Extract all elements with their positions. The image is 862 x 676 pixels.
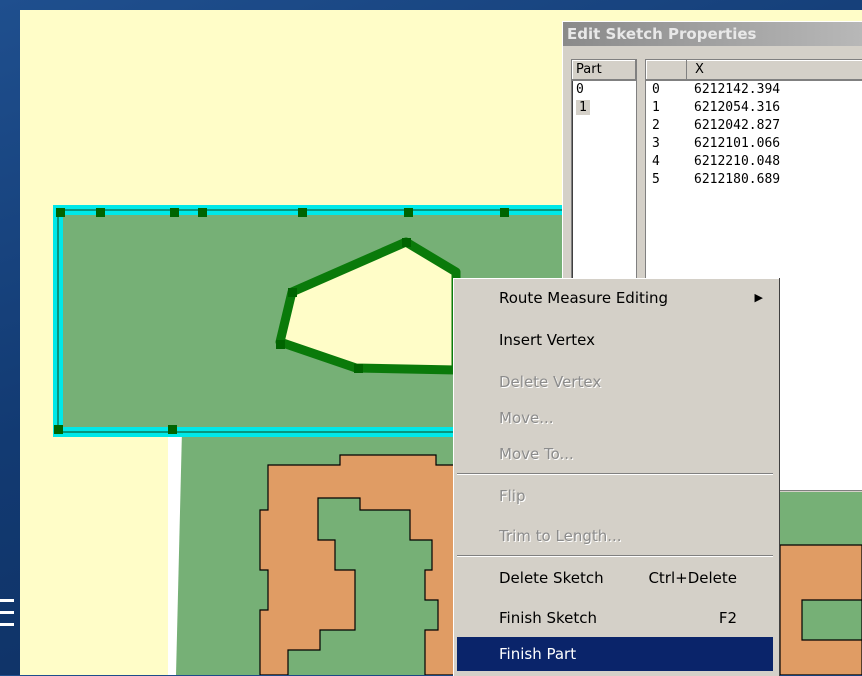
menu-item-move-to[interactable]: Move To... [457, 437, 773, 471]
menu-item-delete-sketch[interactable]: Delete Sketch Ctrl+Delete [457, 561, 773, 595]
vertex-row[interactable]: 2 6212042.827 [646, 117, 862, 135]
menu-item-insert-vertex[interactable]: Insert Vertex [457, 323, 773, 357]
vertex-index: 3 [652, 136, 660, 151]
x-column-header[interactable]: X [687, 60, 704, 80]
submenu-arrow-icon: ▶ [754, 291, 763, 304]
vertex-x: 6212054.316 [694, 100, 781, 115]
vertex-x: 6212042.827 [694, 118, 781, 133]
menu-item-finish-part[interactable]: Finish Part [457, 637, 773, 671]
menu-item-label: Finish Part [499, 645, 577, 663]
vertex-x: 6212101.066 [694, 136, 781, 151]
menu-item-shortcut: F2 [718, 609, 737, 627]
menu-item-label: Flip [499, 487, 526, 505]
part-column-header[interactable]: Part [572, 60, 636, 81]
menu-item-delete-vertex[interactable]: Delete Vertex [457, 365, 773, 399]
menu-separator [457, 555, 773, 557]
vertex-x: 6212210.048 [694, 154, 781, 169]
index-column-header[interactable] [646, 60, 687, 80]
vertex-index: 4 [652, 154, 660, 169]
part-row-0[interactable]: 0 [572, 81, 636, 99]
menu-item-label: Move... [499, 409, 554, 427]
vertex-list-header: X [646, 60, 862, 81]
vertex-index: 5 [652, 172, 660, 187]
menu-item-shortcut: Ctrl+Delete [648, 569, 737, 587]
vertex-row[interactable]: 1 6212054.316 [646, 99, 862, 117]
menu-separator [457, 473, 773, 475]
menu-item-label: Insert Vertex [499, 331, 596, 349]
vertex-x: 6212180.689 [694, 172, 781, 187]
menu-item-flip[interactable]: Flip [457, 479, 773, 513]
part-row-1[interactable]: 1 [572, 99, 636, 117]
menu-item-label: Delete Vertex [499, 373, 602, 391]
vertex-x: 6212142.394 [694, 82, 781, 97]
vertex-row[interactable]: 3 6212101.066 [646, 135, 862, 153]
menu-item-label: Finish Sketch [499, 609, 598, 627]
green-patch [801, 599, 862, 641]
vertex-index: 2 [652, 118, 660, 133]
part-label: 0 [576, 82, 584, 97]
menu-item-label: Trim to Length... [499, 527, 622, 545]
sketch-context-menu: Route Measure Editing ▶ Insert Vertex De… [453, 278, 779, 676]
menu-item-route-measure-editing[interactable]: Route Measure Editing ▶ [457, 281, 773, 315]
menu-item-move[interactable]: Move... [457, 401, 773, 435]
menu-item-label: Route Measure Editing [499, 289, 669, 307]
vertex-index: 0 [652, 82, 660, 97]
menu-item-finish-sketch[interactable]: Finish Sketch F2 [457, 601, 773, 635]
part-label: 1 [576, 100, 590, 115]
dialog-title[interactable]: Edit Sketch Properties [563, 22, 862, 46]
menu-item-label: Delete Sketch [499, 569, 604, 587]
vertex-row[interactable]: 4 6212210.048 [646, 153, 862, 171]
stripe-icon [0, 599, 14, 626]
vertex-row[interactable]: 0 6212142.394 [646, 81, 862, 99]
vertex-row[interactable]: 5 6212180.689 [646, 171, 862, 189]
menu-item-trim-to-length[interactable]: Trim to Length... [457, 519, 773, 553]
menu-item-label: Move To... [499, 445, 574, 463]
vertex-index: 1 [652, 100, 660, 115]
vertex-rows: 0 6212142.394 1 6212054.316 2 6212042.827 3… [646, 81, 862, 189]
